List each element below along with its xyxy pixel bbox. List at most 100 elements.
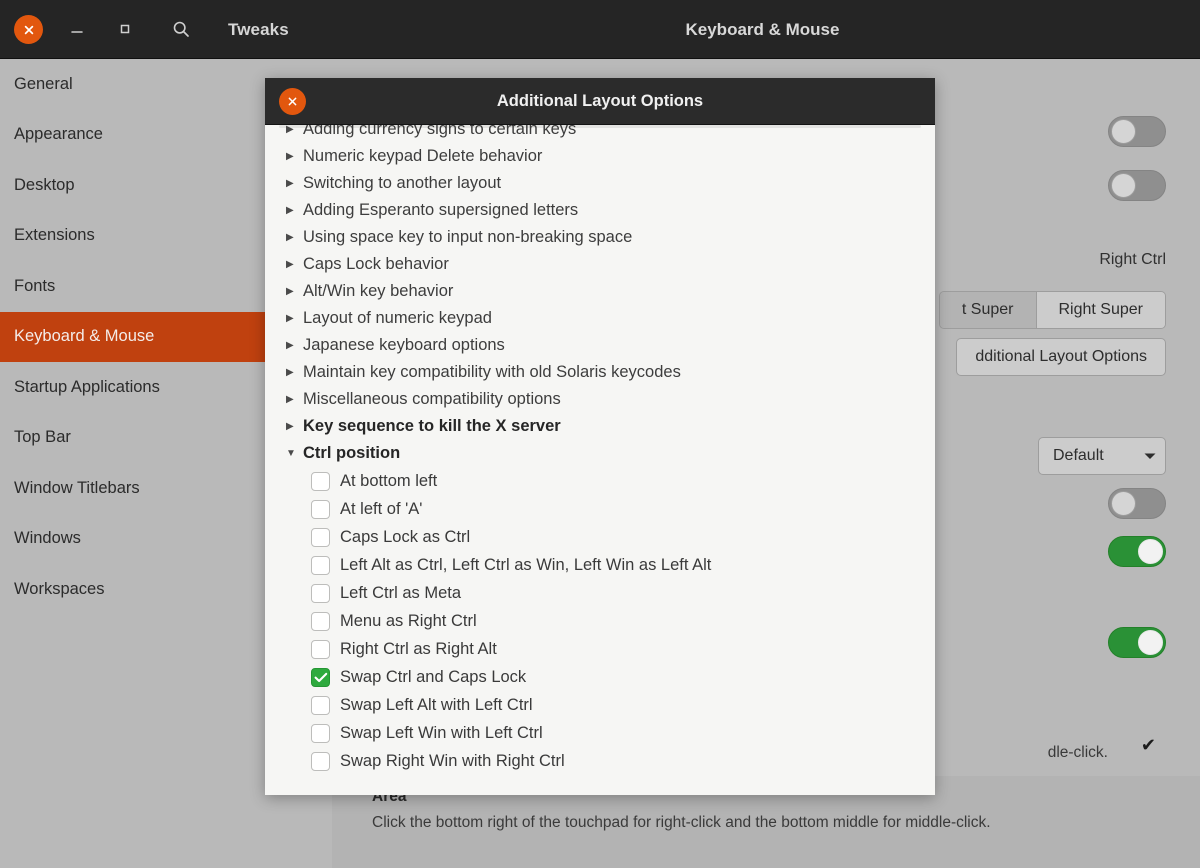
- maximize-window-button[interactable]: [110, 14, 140, 44]
- layout-option-checkbox[interactable]: [311, 584, 330, 603]
- layout-option-item[interactable]: Swap Right Win with Right Ctrl: [265, 747, 935, 775]
- segment-left-super[interactable]: t Super: [940, 292, 1036, 328]
- tweaks-window: Tweaks Keyboard & Mouse General Appearanc…: [0, 0, 1200, 868]
- sidebar-item-extensions[interactable]: Extensions: [0, 211, 266, 262]
- layout-option-checkbox[interactable]: [311, 668, 330, 687]
- dialog-titlebar: Additional Layout Options: [265, 78, 935, 125]
- sidebar-item-keyboard-mouse[interactable]: Keyboard & Mouse: [0, 312, 266, 363]
- sidebar-item-window-titlebars[interactable]: Window Titlebars: [0, 463, 266, 514]
- sidebar-item-label: Workspaces: [14, 580, 104, 599]
- layout-option-checkbox[interactable]: [311, 612, 330, 631]
- sidebar-item-label: General: [14, 75, 73, 94]
- layout-option-label: At left of 'A': [340, 500, 422, 519]
- additional-layout-options-dialog: Additional Layout Options ▶Adding curren…: [265, 78, 935, 795]
- chevron-right-icon: ▶: [286, 233, 300, 243]
- app-title: Tweaks: [228, 0, 289, 59]
- layout-option-group[interactable]: ▶Switching to another layout: [265, 170, 935, 197]
- maximize-icon: [117, 21, 133, 37]
- layout-option-item[interactable]: Swap Ctrl and Caps Lock: [265, 663, 935, 691]
- layout-option-item[interactable]: Left Ctrl as Meta: [265, 579, 935, 607]
- toggle-knob: [1111, 119, 1136, 144]
- layout-option-checkbox[interactable]: [311, 724, 330, 743]
- toggle-knob: [1138, 630, 1163, 655]
- layout-option-item[interactable]: Swap Left Win with Left Ctrl: [265, 719, 935, 747]
- layout-option-item[interactable]: Menu as Right Ctrl: [265, 607, 935, 635]
- layout-option-group[interactable]: ▶Key sequence to kill the X server: [265, 413, 935, 440]
- additional-layout-options-button[interactable]: dditional Layout Options: [956, 338, 1166, 376]
- chevron-right-icon: ▶: [286, 260, 300, 270]
- sidebar-item-appearance[interactable]: Appearance: [0, 110, 266, 161]
- setting-toggle-4[interactable]: [1108, 536, 1166, 567]
- layout-option-group[interactable]: ▶Adding currency signs to certain keys: [265, 125, 935, 143]
- chevron-right-icon: ▶: [286, 287, 300, 297]
- layout-option-group-label: Japanese keyboard options: [303, 336, 505, 355]
- layout-option-group[interactable]: ▶Using space key to input non-breaking s…: [265, 224, 935, 251]
- super-key-segmented-control[interactable]: t Super Right Super: [939, 291, 1166, 329]
- layout-option-item[interactable]: Left Alt as Ctrl, Left Ctrl as Win, Left…: [265, 551, 935, 579]
- setting-toggle-5[interactable]: [1108, 627, 1166, 658]
- layout-option-group-label: Switching to another layout: [303, 174, 501, 193]
- layout-option-label: Right Ctrl as Right Alt: [340, 640, 497, 659]
- close-window-button[interactable]: [14, 15, 43, 44]
- sidebar-item-workspaces[interactable]: Workspaces: [0, 564, 266, 615]
- sidebar-item-desktop[interactable]: Desktop: [0, 160, 266, 211]
- layout-option-group-label: Adding currency signs to certain keys: [303, 125, 576, 139]
- layout-option-checkbox[interactable]: [311, 640, 330, 659]
- setting-toggle-2[interactable]: [1108, 170, 1166, 201]
- layout-option-group[interactable]: ▶Layout of numeric keypad: [265, 305, 935, 332]
- sidebar-item-label: Windows: [14, 529, 81, 548]
- layout-option-group[interactable]: ▼Ctrl position: [265, 440, 935, 467]
- layout-option-item[interactable]: At left of 'A': [265, 495, 935, 523]
- layout-option-group[interactable]: ▶Maintain key compatibility with old Sol…: [265, 359, 935, 386]
- sidebar-item-top-bar[interactable]: Top Bar: [0, 413, 266, 464]
- layout-option-checkbox[interactable]: [311, 472, 330, 491]
- search-button[interactable]: [166, 14, 196, 44]
- layout-option-label: Caps Lock as Ctrl: [340, 528, 470, 547]
- chevron-down-icon: [1135, 451, 1165, 461]
- minimize-window-button[interactable]: [62, 14, 92, 44]
- sidebar-item-label: Appearance: [14, 125, 103, 144]
- layout-option-group[interactable]: ▶Alt/Win key behavior: [265, 278, 935, 305]
- sidebar-item-startup-applications[interactable]: Startup Applications: [0, 362, 266, 413]
- layout-option-item[interactable]: Swap Left Alt with Left Ctrl: [265, 691, 935, 719]
- layout-option-checkbox[interactable]: [311, 528, 330, 547]
- sidebar-item-general[interactable]: General: [0, 59, 266, 110]
- layout-option-item[interactable]: At bottom left: [265, 467, 935, 495]
- layout-option-group-label: Miscellaneous compatibility options: [303, 390, 561, 409]
- sidebar-item-windows[interactable]: Windows: [0, 514, 266, 565]
- layout-option-group[interactable]: ▶Numeric keypad Delete behavior: [265, 143, 935, 170]
- layout-option-item[interactable]: Caps Lock as Ctrl: [265, 523, 935, 551]
- layout-option-group[interactable]: ▶Caps Lock behavior: [265, 251, 935, 278]
- layout-option-group-label: Ctrl position: [303, 444, 400, 463]
- setting-toggle-1[interactable]: [1108, 116, 1166, 147]
- window-titlebar: Tweaks Keyboard & Mouse: [0, 0, 1200, 59]
- layout-option-group-label: Adding Esperanto supersigned letters: [303, 201, 578, 220]
- segment-right-super[interactable]: Right Super: [1036, 292, 1166, 328]
- sidebar: General Appearance DesktopExtensions Fonts K…: [0, 59, 266, 868]
- sidebar-item-fonts[interactable]: Fonts: [0, 261, 266, 312]
- setting-toggle-3[interactable]: [1108, 488, 1166, 519]
- layout-options-list: ▶Adding currency signs to certain keys▶N…: [265, 125, 935, 775]
- layout-option-group[interactable]: ▶Adding Esperanto supersigned letters: [265, 197, 935, 224]
- layout-option-group[interactable]: ▶Miscellaneous compatibility options: [265, 386, 935, 413]
- chevron-right-icon: ▶: [286, 422, 300, 432]
- layout-option-checkbox[interactable]: [311, 752, 330, 771]
- layout-option-item[interactable]: Right Ctrl as Right Alt: [265, 635, 935, 663]
- chevron-right-icon: ▶: [286, 341, 300, 351]
- acceleration-profile-combo[interactable]: Default: [1038, 437, 1166, 475]
- layout-option-label: Swap Ctrl and Caps Lock: [340, 668, 526, 687]
- layout-option-label: At bottom left: [340, 472, 437, 491]
- chevron-right-icon: ▶: [286, 314, 300, 324]
- layout-option-label: Swap Right Win with Right Ctrl: [340, 752, 565, 771]
- layout-option-checkbox[interactable]: [311, 696, 330, 715]
- chevron-right-icon: ▶: [286, 125, 300, 135]
- toggle-knob: [1111, 173, 1136, 198]
- layout-option-checkbox[interactable]: [311, 556, 330, 575]
- layout-option-group-label: Alt/Win key behavior: [303, 282, 453, 301]
- sidebar-item-label: Fonts: [14, 277, 55, 296]
- toggle-knob: [1111, 491, 1136, 516]
- layout-option-group[interactable]: ▶Japanese keyboard options: [265, 332, 935, 359]
- close-icon: [23, 24, 35, 36]
- layout-option-checkbox[interactable]: [311, 500, 330, 519]
- chevron-right-icon: ▶: [286, 206, 300, 216]
